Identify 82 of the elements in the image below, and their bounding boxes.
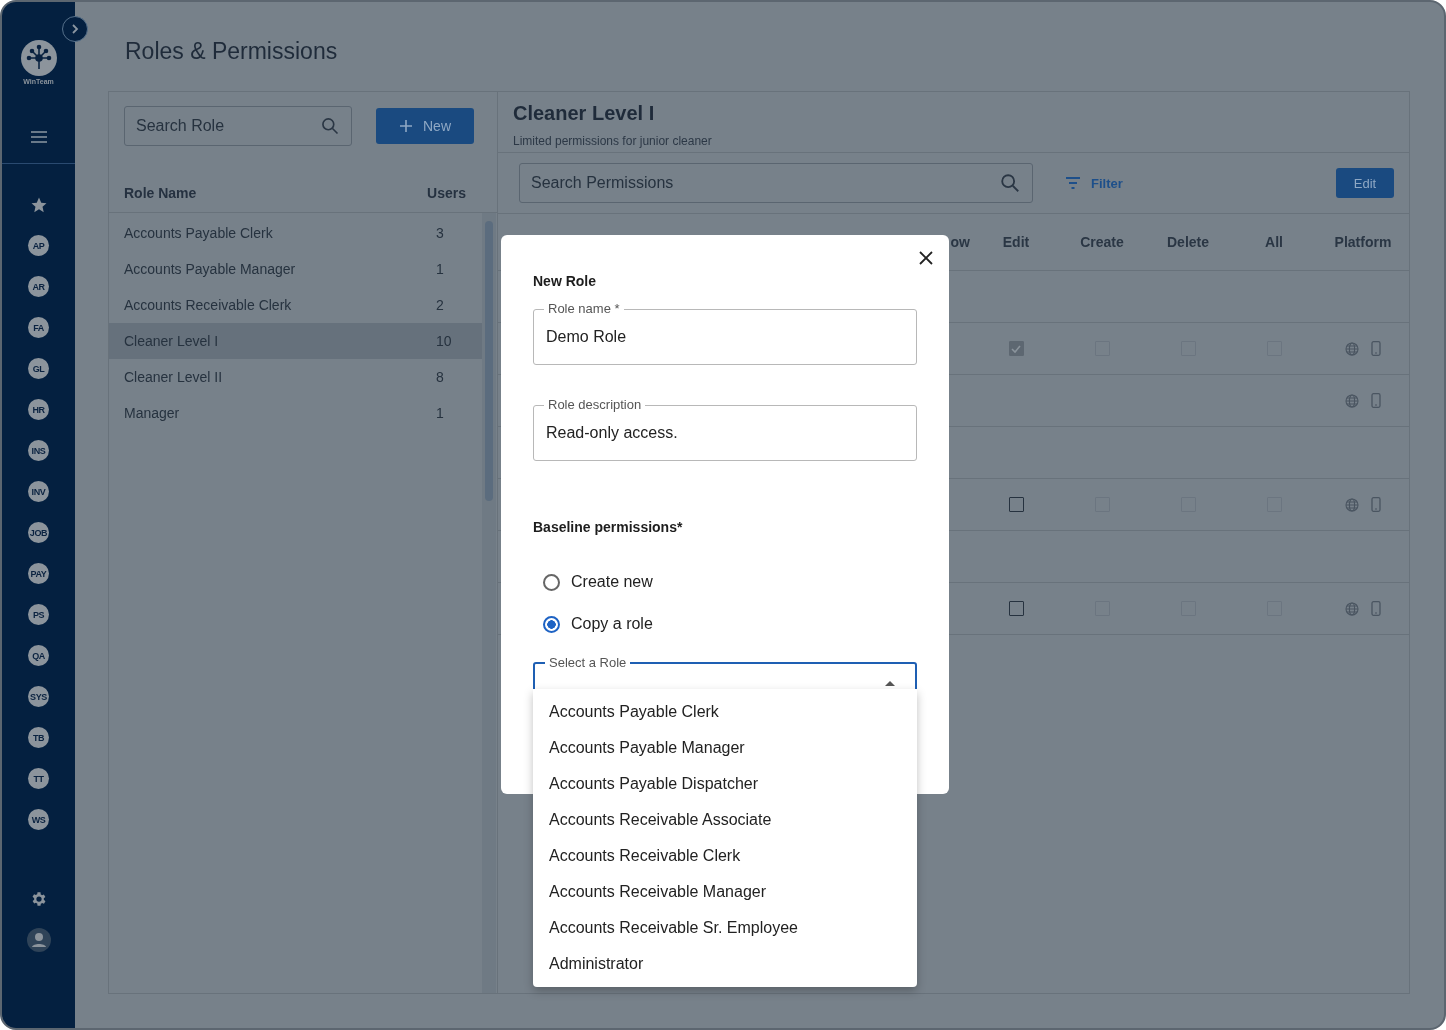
search-icon xyxy=(999,172,1021,194)
menu-option[interactable]: Accounts Receivable Sr. Employee xyxy=(533,910,917,946)
role-name: Cleaner Level II xyxy=(124,369,223,385)
user-count: 1 xyxy=(436,261,445,277)
role-row[interactable]: Accounts Payable Clerk 3 xyxy=(109,215,482,251)
search-field[interactable]: Search Role xyxy=(124,106,352,146)
globe-icon xyxy=(1345,393,1359,408)
user-count: 3 xyxy=(436,225,445,241)
plus-icon xyxy=(399,119,413,133)
page-title: Roles & Permissions xyxy=(125,38,339,65)
role-title: Cleaner Level I xyxy=(513,102,656,125)
user-count: 1 xyxy=(436,405,445,421)
edit-button[interactable]: Edit xyxy=(1336,168,1394,198)
caret-icon xyxy=(885,680,895,686)
role-row[interactable]: Accounts Receivable Clerk 2 xyxy=(109,287,482,323)
module-badge[interactable]: QA xyxy=(28,645,49,666)
module-badge[interactable]: SYS xyxy=(28,686,49,707)
phone-icon xyxy=(1371,393,1381,408)
chevron-right-icon xyxy=(69,23,81,35)
field-label: Baseline permissions* xyxy=(533,519,684,535)
module-badge[interactable]: FA xyxy=(28,317,49,338)
module-badge[interactable]: INS xyxy=(28,440,49,461)
role-name-field[interactable]: Role name * Demo Role xyxy=(533,302,917,365)
scrollbar[interactable] xyxy=(482,213,496,993)
column-header: Users xyxy=(427,185,466,201)
column-header: Edit xyxy=(1001,234,1031,250)
module-badge[interactable]: TB xyxy=(28,727,49,748)
menu-option[interactable]: Accounts Receivable Manager xyxy=(533,874,917,910)
close-button[interactable] xyxy=(919,251,933,265)
search-field[interactable]: Search Permissions xyxy=(519,163,1033,203)
module-badge[interactable]: HR xyxy=(28,399,49,420)
menu-option[interactable]: Accounts Payable Manager xyxy=(533,730,917,766)
module-badge[interactable]: TT xyxy=(28,768,49,789)
role-name: Accounts Receivable Clerk xyxy=(124,297,292,313)
module-badge[interactable]: AP xyxy=(28,235,49,256)
radio-option[interactable]: Copy a role xyxy=(543,603,917,645)
menu-option[interactable]: Accounts Receivable Clerk xyxy=(533,838,917,874)
module-badge[interactable]: WS xyxy=(28,809,49,830)
column-header: ow xyxy=(949,234,971,250)
column-header: Platform xyxy=(1333,234,1393,250)
role-name: Accounts Payable Clerk xyxy=(124,225,273,241)
role-name: Manager xyxy=(124,405,180,421)
role-row[interactable]: Accounts Payable Manager 1 xyxy=(109,251,482,287)
role-row[interactable]: Cleaner Level II 8 xyxy=(109,359,482,395)
new-button[interactable]: New xyxy=(376,108,474,144)
module-badge[interactable]: GL xyxy=(28,358,49,379)
user-count: 2 xyxy=(436,297,445,313)
avatar-icon xyxy=(26,927,51,952)
module-badge[interactable]: PS xyxy=(28,604,49,625)
menu-option[interactable]: Accounts Payable Dispatcher xyxy=(533,766,917,802)
role-row[interactable]: Manager 1 xyxy=(109,395,482,431)
menu-option[interactable]: Accounts Receivable Associate xyxy=(533,802,917,838)
role-description-field[interactable]: Role description Read-only access. xyxy=(533,398,917,461)
user-count: 8 xyxy=(436,369,445,385)
column-header: Role Name xyxy=(124,185,197,201)
phone-icon xyxy=(1371,341,1381,356)
module-badge[interactable]: JOB xyxy=(28,522,49,543)
column-header: All xyxy=(1264,234,1284,250)
globe-icon xyxy=(1345,601,1359,616)
globe-icon xyxy=(1345,497,1359,512)
filter-icon xyxy=(1065,177,1081,189)
column-header: Create xyxy=(1079,234,1125,250)
globe-icon xyxy=(1345,341,1359,356)
module-badge[interactable]: PAY xyxy=(28,563,49,584)
logo-icon xyxy=(20,40,57,76)
role-name: Accounts Payable Manager xyxy=(124,261,296,277)
user-count: 10 xyxy=(436,333,452,349)
checkbox[interactable] xyxy=(1008,497,1024,512)
phone-icon xyxy=(1371,601,1381,616)
close-icon xyxy=(919,251,933,265)
search-icon xyxy=(320,116,340,136)
dialog-title: New Role xyxy=(533,273,597,289)
menu-option[interactable]: Administrator xyxy=(533,946,917,982)
menu-icon xyxy=(30,131,47,143)
role-description: Limited permissions for junior cleaner xyxy=(513,134,713,148)
column-header: Delete xyxy=(1166,234,1210,250)
phone-icon xyxy=(1371,497,1381,512)
radio-option[interactable]: Create new xyxy=(543,561,917,603)
checkbox[interactable] xyxy=(1008,601,1024,616)
module-badge[interactable]: INV xyxy=(28,481,49,502)
expand-sidebar-button[interactable] xyxy=(62,16,88,42)
module-badge[interactable]: AR xyxy=(28,276,49,297)
